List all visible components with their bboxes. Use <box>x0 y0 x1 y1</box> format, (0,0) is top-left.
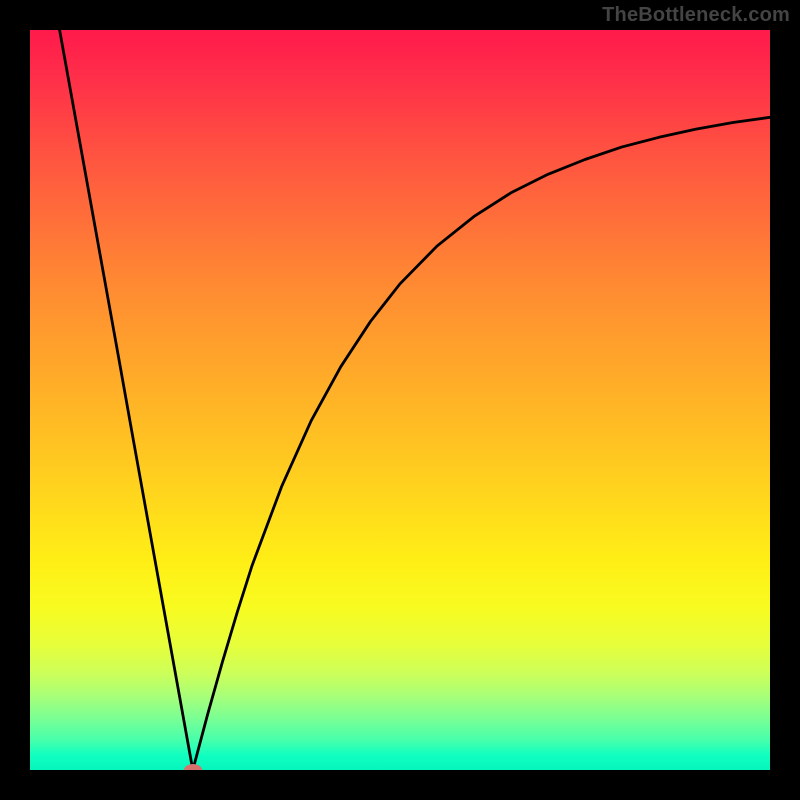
watermark-label: TheBottleneck.com <box>602 4 790 27</box>
plot-area <box>30 30 770 770</box>
min-marker-dot <box>184 764 202 770</box>
bottleneck-curve <box>30 30 770 770</box>
chart-frame: TheBottleneck.com <box>0 0 800 800</box>
